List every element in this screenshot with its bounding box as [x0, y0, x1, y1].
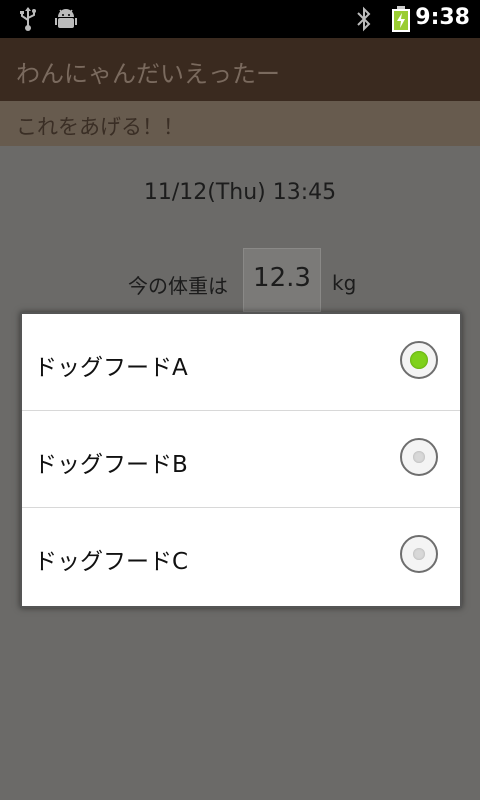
radio-unselected-icon	[413, 548, 425, 560]
battery-charging-icon	[392, 6, 410, 32]
status-bar: 9:38	[0, 0, 480, 38]
radio-unselected-icon	[413, 451, 425, 463]
clock-time: 9:38	[415, 5, 470, 30]
option-label: ドッグフードC	[34, 549, 189, 575]
section-title: これをあげる！！	[16, 115, 184, 139]
app-title: わんにゃんだいえったー	[16, 60, 280, 88]
android-debug-icon	[55, 9, 77, 28]
radio-selected-icon	[410, 351, 428, 369]
radio-button[interactable]	[400, 341, 438, 379]
option-dog-food-a[interactable]: ドッグフードA	[22, 314, 460, 411]
datetime-label: 11/12(Thu) 13:45	[143, 180, 337, 205]
radio-button[interactable]	[400, 438, 438, 476]
app-title-bar: わんにゃんだいえったー	[0, 38, 480, 101]
option-dog-food-c[interactable]: ドッグフードC	[22, 508, 460, 605]
weight-value: 12.3	[253, 263, 311, 293]
option-label: ドッグフードB	[34, 452, 188, 478]
weight-unit: kg	[332, 271, 357, 295]
radio-button[interactable]	[400, 535, 438, 573]
usb-icon	[20, 7, 36, 31]
section-header: これをあげる！！	[0, 101, 480, 146]
food-select-dialog: ドッグフードA ドッグフードB ドッグフードC	[20, 312, 462, 608]
bluetooth-icon	[357, 6, 371, 32]
weight-label: 今の体重は	[128, 274, 228, 298]
option-label: ドッグフードA	[34, 355, 188, 381]
option-dog-food-b[interactable]: ドッグフードB	[22, 411, 460, 508]
weight-input[interactable]: 12.3	[243, 248, 321, 312]
